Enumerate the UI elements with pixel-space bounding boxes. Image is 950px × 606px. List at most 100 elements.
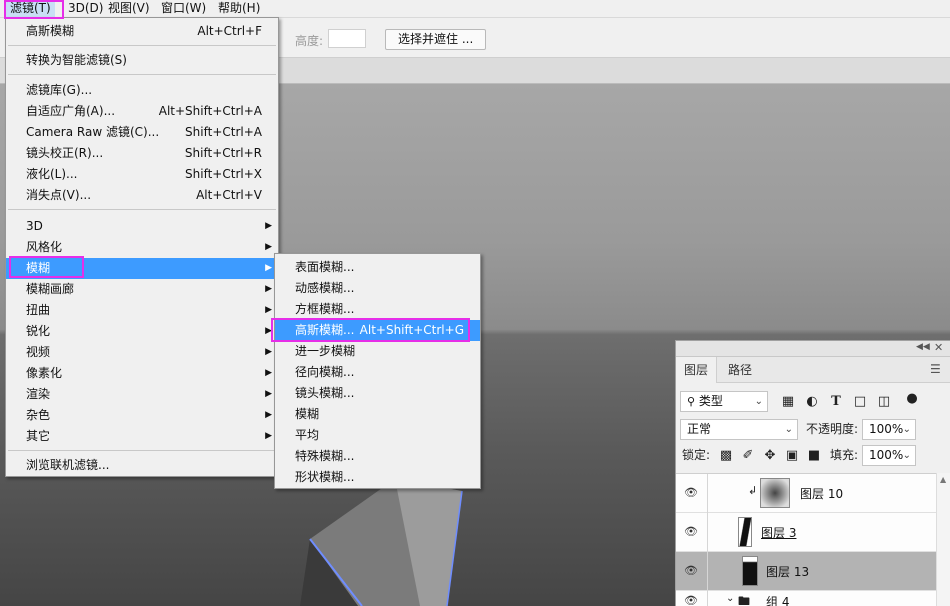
adjustment-filter-icon[interactable]: ◐ xyxy=(804,394,820,410)
tab-layers[interactable]: 图层 xyxy=(676,357,718,383)
fill-field[interactable]: 100% ⌄ xyxy=(862,445,916,466)
menu-item-label: 3D xyxy=(26,219,43,233)
visibility-eye-icon[interactable]: 👁 xyxy=(684,564,698,577)
menu-item-browse-online-filters[interactable]: 浏览联机滤镜... xyxy=(6,455,278,476)
submenu-item-shape-blur[interactable]: 形状模糊... xyxy=(275,467,480,488)
height-label: 高度: xyxy=(295,34,324,48)
menu-item-stylize[interactable]: 风格化 ▶ xyxy=(6,237,278,258)
menu-item-distort[interactable]: 扭曲 ▶ xyxy=(6,300,278,321)
submenu-item-blur-more[interactable]: 进一步模糊 xyxy=(275,341,480,362)
menu-item-filter-gallery[interactable]: 滤镜库(G)... xyxy=(6,80,278,101)
menu-item-other[interactable]: 其它 ▶ xyxy=(6,426,278,447)
filter-toggle-icon[interactable]: ● xyxy=(904,391,920,407)
lock-position-icon[interactable]: ✥ xyxy=(762,448,778,464)
layer-row-3[interactable]: 👁 图层 3 xyxy=(676,513,936,552)
annotation-gaussian-blur-item xyxy=(271,318,470,342)
layer-row-10[interactable]: 👁 ↲ 图层 10 xyxy=(676,474,936,513)
visibility-eye-icon[interactable]: 👁 xyxy=(684,525,698,538)
submenu-item-motion-blur[interactable]: 动感模糊... xyxy=(275,278,480,299)
submenu-item-lens-blur[interactable]: 镜头模糊... xyxy=(275,383,480,404)
menu-item-label: 浏览联机滤镜... xyxy=(26,458,110,472)
submenu-arrow-icon: ▶ xyxy=(265,368,272,378)
menu-item-noise[interactable]: 杂色 ▶ xyxy=(6,405,278,426)
expand-chevron-icon[interactable]: ⌄ xyxy=(726,593,734,604)
submenu-arrow-icon: ▶ xyxy=(265,410,272,420)
layers-scrollbar[interactable]: ▲ xyxy=(936,473,950,606)
menu-item-blur-gallery[interactable]: 模糊画廊 ▶ xyxy=(6,279,278,300)
menu-3d[interactable]: 3D(D) xyxy=(64,0,107,18)
tab-paths[interactable]: 路径 xyxy=(720,357,760,383)
smart-object-filter-icon[interactable]: ◫ xyxy=(876,394,892,410)
menu-item-label: 锐化 xyxy=(26,324,51,338)
menu-item-gaussian-blur-repeat[interactable]: 高斯模糊 Alt+Ctrl+F xyxy=(6,21,278,42)
menu-item-vanishing-point[interactable]: 消失点(V)... Alt+Ctrl+V xyxy=(6,185,278,206)
type-filter-icon[interactable]: T xyxy=(828,394,844,410)
layer-row-13[interactable]: 👁 图层 13 xyxy=(676,552,936,591)
menu-item-shortcut: Alt+Shift+Ctrl+A xyxy=(158,104,262,118)
submenu-item-average[interactable]: 平均 xyxy=(275,425,480,446)
menu-window[interactable]: 窗口(W) xyxy=(157,0,210,18)
menu-item-liquify[interactable]: 液化(L)... Shift+Ctrl+X xyxy=(6,164,278,185)
menu-item-convert-smart-filter[interactable]: 转换为智能滤镜(S) xyxy=(6,50,278,71)
menu-item-label: 方框模糊... xyxy=(295,302,355,316)
collapse-icon[interactable]: ◀◀ xyxy=(916,342,930,352)
menu-item-render[interactable]: 渲染 ▶ xyxy=(6,384,278,405)
menu-item-lens-correction[interactable]: 镜头校正(R)... Shift+Ctrl+R xyxy=(6,143,278,164)
opacity-field[interactable]: 100% ⌄ xyxy=(862,419,916,440)
menu-item-label: 高斯模糊 xyxy=(26,24,75,38)
menu-item-shortcut: Shift+Ctrl+X xyxy=(185,167,262,181)
submenu-item-surface-blur[interactable]: 表面模糊... xyxy=(275,257,480,278)
height-field[interactable] xyxy=(328,29,366,48)
lock-artboard-icon[interactable]: ▣ xyxy=(784,448,800,464)
layer-filter-select[interactable]: ⚲ 类型 ⌄ xyxy=(680,391,768,412)
submenu-item-blur[interactable]: 模糊 xyxy=(275,404,480,425)
submenu-item-smart-blur[interactable]: 特殊模糊... xyxy=(275,446,480,467)
menu-separator xyxy=(8,450,276,451)
menu-view[interactable]: 视图(V) xyxy=(104,0,154,18)
menu-item-label: 动感模糊... xyxy=(295,281,355,295)
menu-item-label: 镜头模糊... xyxy=(295,386,355,400)
annotation-filter-menu xyxy=(4,0,64,19)
menu-item-label: 杂色 xyxy=(26,408,51,422)
visibility-eye-icon[interactable]: 👁 xyxy=(684,594,698,606)
menu-item-video[interactable]: 视频 ▶ xyxy=(6,342,278,363)
menu-item-label: 形状模糊... xyxy=(295,470,355,484)
submenu-item-box-blur[interactable]: 方框模糊... xyxy=(275,299,480,320)
close-icon[interactable]: ✕ xyxy=(934,341,943,354)
menu-item-adaptive-wide-angle[interactable]: 自适应广角(A)... Alt+Shift+Ctrl+A xyxy=(6,101,278,122)
layer-group-4[interactable]: 👁 ⌄ 🖿 组 4 xyxy=(676,591,936,606)
lock-pixels-icon[interactable]: ✐ xyxy=(740,448,756,464)
menu-item-camera-raw[interactable]: Camera Raw 滤镜(C)... Shift+Ctrl+A xyxy=(6,122,278,143)
image-filter-icon[interactable]: ▦ xyxy=(780,394,796,410)
chevron-down-icon: ⌄ xyxy=(784,424,793,435)
menu-item-label: 视频 xyxy=(26,345,51,359)
menu-item-label: 其它 xyxy=(26,429,51,443)
menu-item-label: Camera Raw 滤镜(C)... xyxy=(26,125,160,139)
menu-item-pixelate[interactable]: 像素化 ▶ xyxy=(6,363,278,384)
lock-transparency-icon[interactable]: ▩ xyxy=(718,448,734,464)
scroll-up-icon[interactable]: ▲ xyxy=(940,475,946,484)
panel-menu-icon[interactable]: ☰ xyxy=(930,362,941,376)
visibility-eye-icon[interactable]: 👁 xyxy=(684,486,698,499)
blend-mode-select[interactable]: 正常 ⌄ xyxy=(680,419,798,440)
select-and-mask-button[interactable]: 选择并遮住 ... xyxy=(385,29,487,50)
layer-name: 图层 13 xyxy=(766,565,810,579)
layers-list: 👁 ↲ 图层 10 👁 图层 3 👁 图层 13 👁 ⌄ 🖿 组 4 xyxy=(676,473,936,606)
menu-separator xyxy=(8,74,276,75)
submenu-arrow-icon: ▶ xyxy=(265,263,272,273)
submenu-arrow-icon: ▶ xyxy=(265,431,272,441)
shape-filter-icon[interactable]: □ xyxy=(852,394,868,410)
menu-help[interactable]: 帮助(H) xyxy=(214,0,264,18)
submenu-item-radial-blur[interactable]: 径向模糊... xyxy=(275,362,480,383)
layer-thumbnail xyxy=(760,478,790,508)
divider xyxy=(707,513,708,552)
panel-tabs: 图层 路径 ☰ xyxy=(676,357,950,383)
menu-separator xyxy=(8,209,276,210)
chevron-down-icon: ⌄ xyxy=(902,424,911,435)
layer-name: 图层 10 xyxy=(800,487,844,501)
menu-item-3d[interactable]: 3D ▶ xyxy=(6,216,278,237)
menu-item-sharpen[interactable]: 锐化 ▶ xyxy=(6,321,278,342)
menu-item-label: 扭曲 xyxy=(26,303,51,317)
fill-label: 填充: xyxy=(830,448,859,462)
lock-all-icon[interactable]: ■ xyxy=(806,448,822,464)
